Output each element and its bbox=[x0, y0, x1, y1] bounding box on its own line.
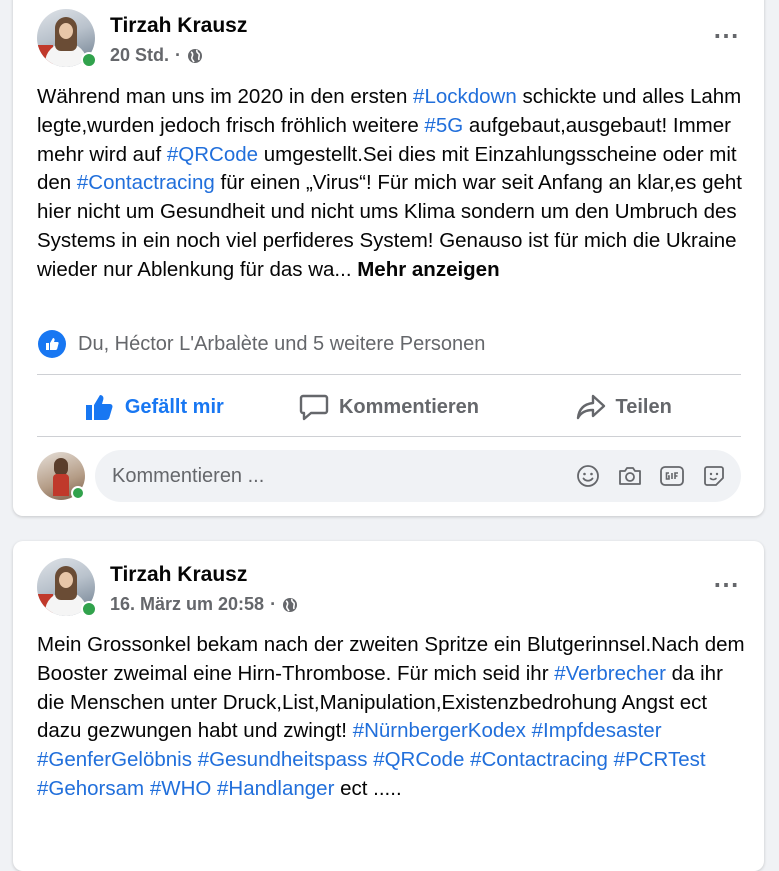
comment-placeholder: Kommentieren ... bbox=[112, 465, 265, 487]
post-card: Tirzah Krausz 20 Std. · ⋯ Während man un… bbox=[13, 0, 764, 516]
share-button[interactable]: Teilen bbox=[506, 378, 741, 436]
post-text-segment: Während man uns im 2020 in den ersten bbox=[37, 85, 414, 108]
hashtag-link[interactable]: #NürnbergerKodex bbox=[353, 719, 526, 742]
post-text: Mein Grossonkel bekam nach der zweiten S… bbox=[37, 631, 752, 804]
comment-label: Kommentieren bbox=[338, 395, 480, 418]
comment-composer: Kommentieren ... bbox=[37, 448, 741, 504]
post-meta: 20 Std. · bbox=[110, 45, 203, 66]
hashtag-link[interactable]: #QRCode bbox=[373, 748, 464, 771]
thumbs-up-icon bbox=[85, 395, 113, 420]
post-meta: 16. März um 20:58 · bbox=[110, 594, 298, 615]
post-text-segment: ect ..... bbox=[334, 776, 402, 800]
gif-icon[interactable] bbox=[659, 463, 685, 489]
hashtag-link[interactable]: #5G bbox=[424, 114, 463, 137]
hashtag-link[interactable]: #QRCode bbox=[167, 143, 258, 166]
comment-input[interactable]: Kommentieren ... bbox=[95, 450, 741, 502]
share-icon bbox=[576, 394, 605, 420]
globe-icon bbox=[283, 597, 298, 612]
more-options-icon[interactable]: ⋯ bbox=[713, 571, 740, 597]
hashtag-link[interactable]: #Gehorsam bbox=[37, 777, 144, 800]
post-text: Während man uns im 2020 in den ersten #L… bbox=[37, 83, 752, 285]
divider bbox=[37, 374, 741, 375]
reactions-summary[interactable]: Du, Héctor L'Arbalète und 5 weitere Pers… bbox=[38, 330, 485, 358]
like-badge-icon bbox=[38, 330, 66, 358]
hashtag-link[interactable]: #Handlanger bbox=[217, 777, 334, 800]
hashtag-link[interactable]: #Contactracing bbox=[77, 171, 215, 194]
hashtag-link[interactable]: #GenferGelöbnis bbox=[37, 748, 192, 771]
meta-separator: · bbox=[270, 594, 277, 614]
hashtag-link[interactable]: #Contactracing bbox=[470, 748, 608, 771]
post-card: Tirzah Krausz 16. März um 20:58 · ⋯ Mein… bbox=[13, 541, 764, 871]
camera-icon[interactable] bbox=[617, 463, 643, 489]
like-label: Gefällt mir bbox=[124, 395, 224, 418]
globe-icon bbox=[188, 48, 203, 63]
more-options-icon[interactable]: ⋯ bbox=[713, 22, 740, 48]
divider bbox=[37, 436, 741, 437]
hashtag-link[interactable]: #PCRTest bbox=[614, 748, 706, 771]
post-time[interactable]: 20 Std. bbox=[110, 45, 169, 66]
see-more-link[interactable]: Mehr anzeigen bbox=[357, 258, 499, 281]
online-status-dot bbox=[81, 52, 97, 68]
comment-icon bbox=[299, 394, 329, 421]
share-label: Teilen bbox=[615, 395, 672, 418]
reactions-text: Du, Héctor L'Arbalète und 5 weitere Pers… bbox=[78, 332, 486, 355]
hashtag-link[interactable]: #Lockdown bbox=[413, 85, 517, 108]
post-actions: Gefällt mir Kommentieren Teilen bbox=[37, 378, 741, 436]
like-button[interactable]: Gefällt mir bbox=[37, 378, 272, 436]
author-name[interactable]: Tirzah Krausz bbox=[110, 563, 247, 587]
emoji-icon[interactable] bbox=[575, 463, 601, 489]
online-status-dot bbox=[71, 486, 85, 500]
hashtag-link[interactable]: #WHO bbox=[150, 777, 212, 800]
hashtag-link[interactable]: #Verbrecher bbox=[554, 662, 666, 685]
hashtag-link[interactable]: #Impfdesaster bbox=[532, 719, 662, 742]
author-name[interactable]: Tirzah Krausz bbox=[110, 14, 247, 38]
comment-button[interactable]: Kommentieren bbox=[272, 378, 507, 436]
post-time[interactable]: 16. März um 20:58 bbox=[110, 594, 264, 615]
hashtag-link[interactable]: #Gesundheitspass bbox=[198, 748, 368, 771]
meta-separator: · bbox=[175, 45, 182, 65]
online-status-dot bbox=[81, 601, 97, 617]
sticker-icon[interactable] bbox=[701, 463, 727, 489]
